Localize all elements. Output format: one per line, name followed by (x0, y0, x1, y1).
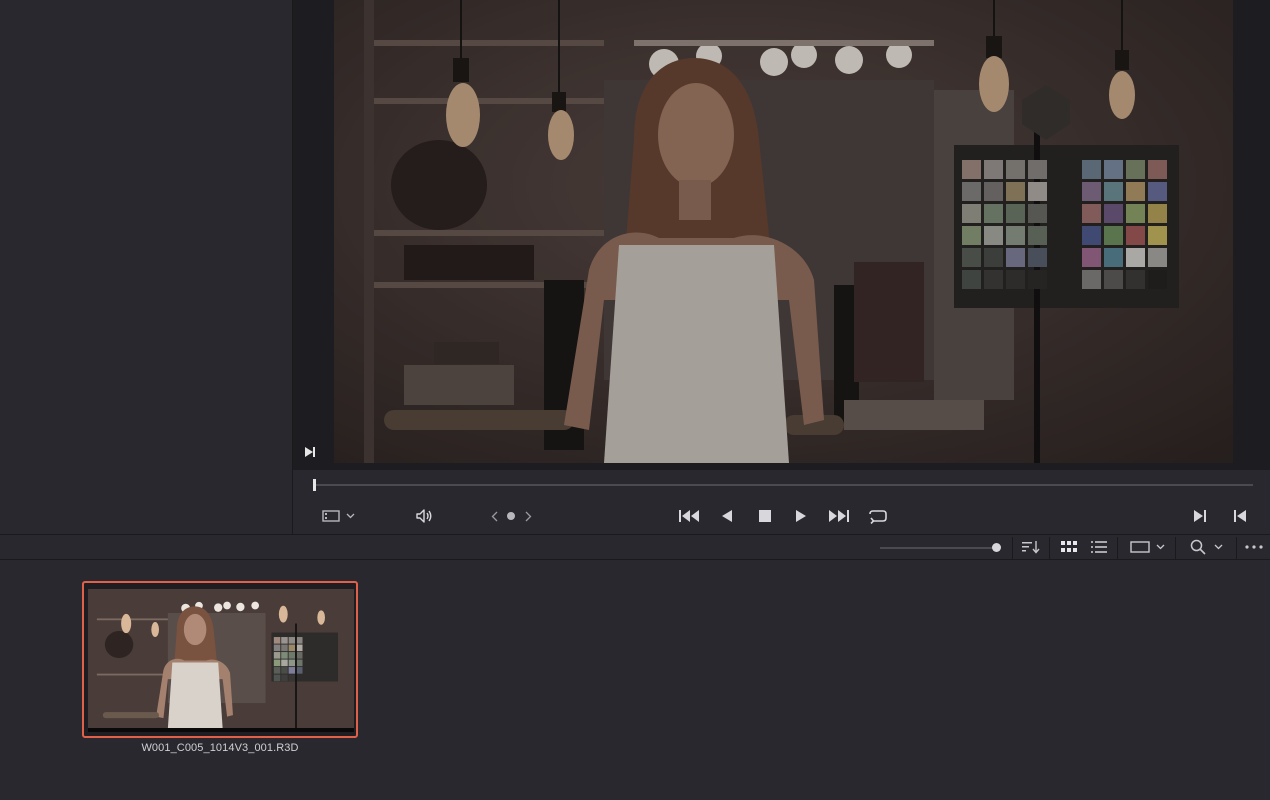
media-pool: W001_C005_1014V3_001.R3D (0, 560, 1270, 800)
color-swatch (296, 644, 303, 652)
color-swatch (296, 674, 303, 682)
color-swatch (288, 667, 296, 674)
toolbar-divider (1236, 537, 1237, 559)
color-swatch (288, 652, 296, 659)
clip-thumbnail-bar (88, 728, 354, 732)
play-button[interactable] (791, 506, 811, 526)
color-swatch (281, 667, 288, 674)
last-frame-button[interactable] (827, 506, 851, 526)
toolbar-divider (1012, 537, 1013, 559)
sort-icon (1021, 540, 1041, 554)
stop-button[interactable] (755, 506, 775, 526)
video-frame (334, 0, 1233, 463)
color-swatch (281, 637, 288, 644)
color-swatch (288, 674, 296, 682)
chevron-right-icon (525, 511, 532, 522)
clip-thumbnail (88, 589, 354, 728)
color-swatch (296, 667, 303, 674)
mark-in-out-icon[interactable] (303, 445, 317, 459)
loop-icon (866, 508, 888, 524)
clip-thumbnail-card[interactable] (82, 581, 358, 738)
speaker-icon (415, 508, 433, 524)
loop-button[interactable] (865, 506, 889, 526)
color-swatch (273, 659, 281, 667)
viewer-image (334, 0, 1233, 463)
mark-out-button[interactable] (1230, 506, 1250, 526)
color-swatch (281, 644, 288, 652)
clip-view-dropdown[interactable] (318, 506, 358, 526)
list-view-icon (1091, 541, 1107, 553)
grid-view-button[interactable] (1058, 537, 1080, 557)
play-reverse-button[interactable] (717, 506, 737, 526)
next-edit-button[interactable] (522, 506, 534, 526)
toolbar-divider (1049, 537, 1050, 559)
zoom-slider-track[interactable] (880, 547, 995, 549)
play-icon (795, 509, 807, 523)
viewer-canvas (293, 0, 1270, 470)
color-swatch (273, 637, 281, 644)
left-panel (0, 0, 293, 534)
color-swatch (296, 637, 303, 644)
color-swatch (273, 674, 281, 682)
more-options-button[interactable] (1243, 537, 1265, 557)
chevron-down-icon (1156, 544, 1165, 550)
color-swatch (288, 659, 296, 667)
color-swatch (296, 652, 303, 659)
mark-in-button[interactable] (1190, 506, 1210, 526)
zoom-slider-knob[interactable] (992, 543, 1001, 552)
grid-view-icon (1061, 541, 1077, 553)
playhead[interactable] (313, 479, 316, 491)
first-frame-button[interactable] (677, 506, 701, 526)
more-icon (1245, 545, 1263, 549)
color-swatch (281, 659, 288, 667)
color-swatch (273, 667, 281, 674)
skip-back-icon (678, 509, 700, 523)
search-icon (1190, 539, 1206, 555)
search-dropdown[interactable] (1183, 537, 1229, 557)
color-swatch (296, 659, 303, 667)
audio-button[interactable] (413, 506, 435, 526)
color-swatch (288, 644, 296, 652)
viewer-panel (293, 0, 1270, 534)
dot-icon (506, 511, 516, 521)
media-pool-toolbar (0, 534, 1270, 560)
mark-in-icon (1193, 509, 1207, 523)
color-swatch (288, 637, 296, 644)
skip-forward-icon (828, 509, 850, 523)
chevron-down-icon (1214, 544, 1223, 550)
mark-out-icon (1233, 509, 1247, 523)
chevron-left-icon (491, 511, 498, 522)
dot-button[interactable] (505, 506, 517, 526)
prev-edit-button[interactable] (488, 506, 500, 526)
scrubber-track[interactable] (313, 484, 1253, 486)
display-mode-dropdown[interactable] (1125, 537, 1169, 557)
film-icon (321, 509, 340, 523)
color-swatch (273, 644, 281, 652)
chevron-down-icon (346, 513, 355, 519)
color-swatch (273, 652, 281, 659)
list-view-button[interactable] (1088, 537, 1110, 557)
sort-button[interactable] (1020, 537, 1042, 557)
play-reverse-icon (721, 509, 733, 523)
clip-thumbnail-image (88, 589, 354, 728)
color-swatch (281, 674, 288, 682)
color-swatch (281, 652, 288, 659)
toolbar-divider (1117, 537, 1118, 559)
rectangle-icon (1129, 541, 1150, 553)
toolbar-divider (1175, 537, 1176, 559)
stop-icon (758, 509, 772, 523)
clip-name-label: W001_C005_1014V3_001.R3D (141, 742, 299, 754)
